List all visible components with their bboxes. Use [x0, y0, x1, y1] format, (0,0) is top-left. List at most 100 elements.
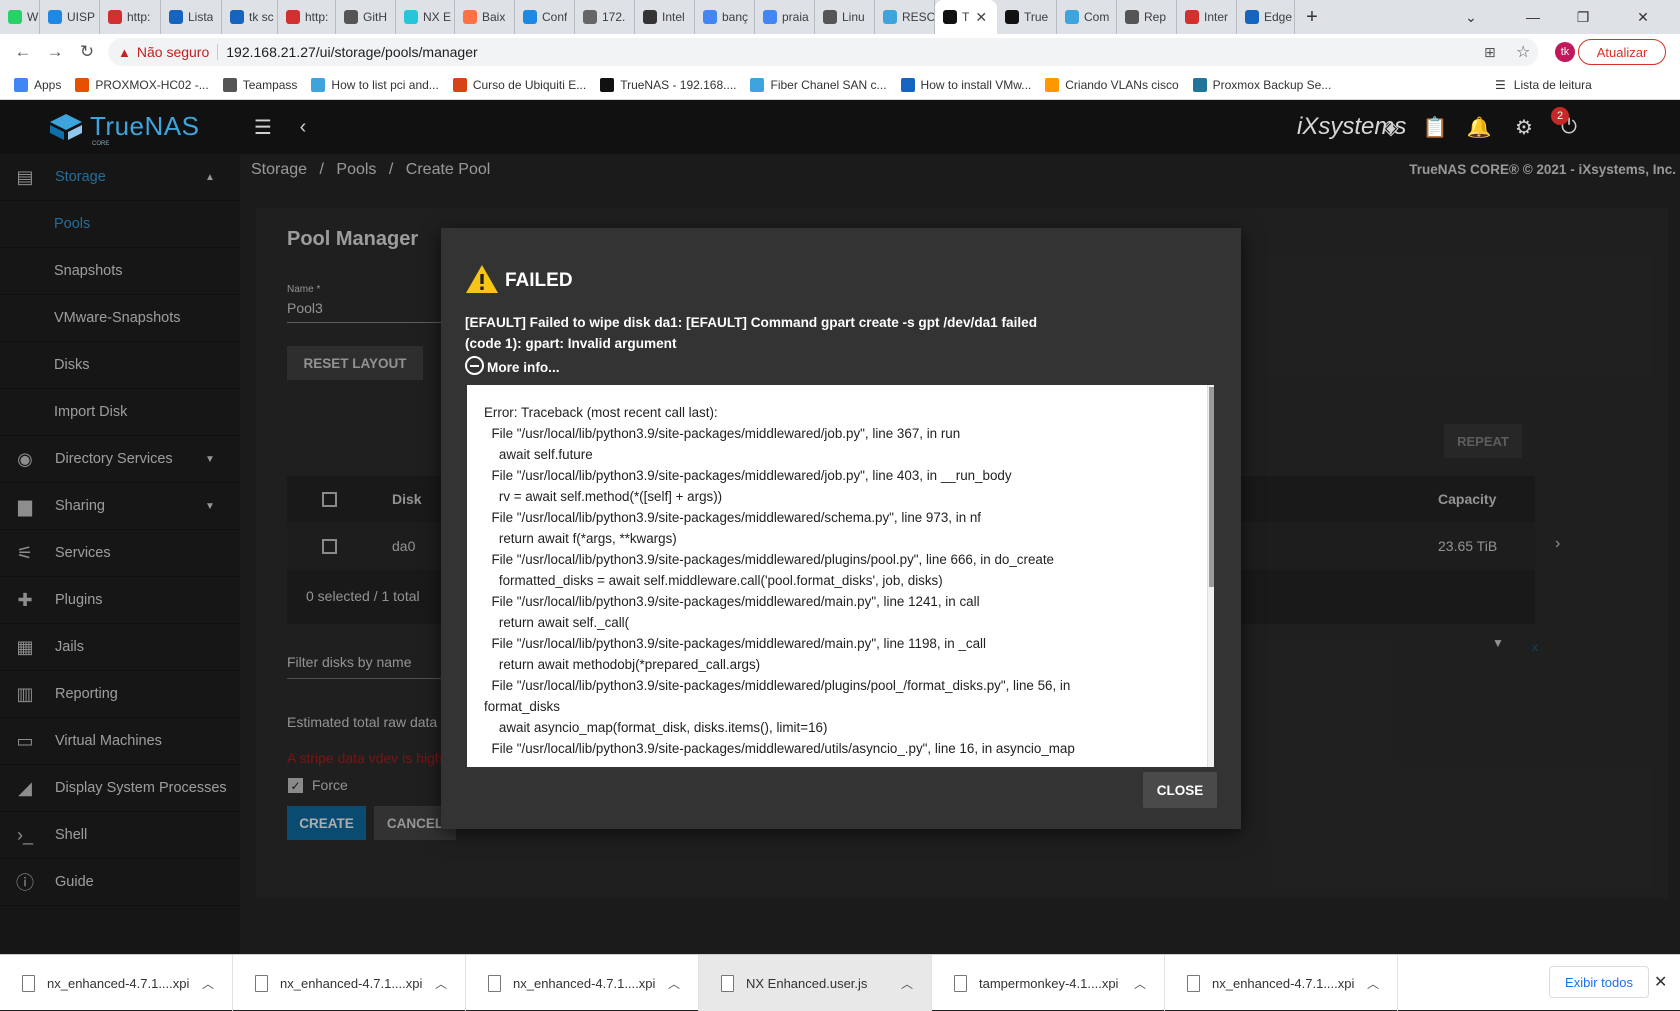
minimize-icon[interactable]: — [1510, 0, 1556, 34]
download-item[interactable]: nx_enhanced-4.7.1....xpi ︿ [1165, 955, 1398, 1011]
reading-list[interactable]: ☰ Lista de leitura [1495, 78, 1592, 92]
chevron-up-icon[interactable]: ︿ [1134, 975, 1146, 992]
error-dialog: FAILED [EFAULT] Failed to wipe disk da1:… [441, 228, 1241, 829]
browser-tab[interactable]: tk sc [222, 0, 278, 34]
show-all-downloads-button[interactable]: Exibir todos [1549, 966, 1649, 998]
window-close-icon[interactable]: ✕ [1620, 0, 1666, 34]
truecommand-icon[interactable]: ◈ [1378, 114, 1404, 140]
browser-tab[interactable]: banç [695, 0, 755, 34]
bookmark-item[interactable]: Teampass [222, 77, 297, 92]
browser-tab[interactable]: Inter [1177, 0, 1237, 34]
gear-icon[interactable]: ⚙ [1511, 114, 1537, 140]
bookmark-item[interactable]: Fiber Chanel SAN c... [750, 77, 887, 92]
omnibox-separator [217, 44, 219, 60]
chevron-up-icon[interactable]: ︿ [202, 975, 214, 992]
bookmark-item[interactable]: How to list pci and... [311, 77, 439, 92]
update-button[interactable]: Atualizar [1578, 39, 1666, 65]
browser-tab[interactable]: Wha [0, 0, 40, 34]
browser-tab[interactable]: http: [278, 0, 336, 34]
tab-title: Wha [27, 10, 39, 24]
translate-icon[interactable]: ⊞ [1484, 44, 1496, 61]
bookmark-star-icon[interactable]: ☆ [1516, 42, 1530, 62]
bookmark-label: TrueNAS - 192.168.... [620, 77, 737, 92]
tab-title: Conf [542, 10, 568, 24]
restore-icon[interactable]: ❐ [1560, 0, 1606, 34]
forward-icon[interactable]: → [42, 39, 68, 65]
traceback-scrollbar[interactable] [1207, 385, 1214, 767]
traceback-box[interactable]: Error: Traceback (most recent call last)… [467, 385, 1214, 767]
bookmark-item[interactable]: PROXMOX-HC02 -... [75, 77, 209, 92]
download-item[interactable]: tampermonkey-4.1....xpi ︿ [932, 955, 1165, 1011]
bookmark-favicon-icon [311, 77, 326, 92]
tab-title: Lista [188, 10, 214, 24]
menu-icon[interactable]: ☰ [250, 114, 276, 140]
browser-tab[interactable]: NX E [396, 0, 455, 34]
browser-tab[interactable]: UISP [40, 0, 100, 34]
chevron-up-icon[interactable]: ︿ [668, 975, 680, 992]
download-item[interactable]: nx_enhanced-4.7.1....xpi ︿ [466, 955, 699, 1011]
browser-tab[interactable]: Com [1057, 0, 1117, 34]
bookmark-label: Fiber Chanel SAN c... [770, 77, 887, 92]
tab-favicon-icon [108, 10, 122, 24]
tab-favicon-icon [8, 10, 22, 24]
reload-icon[interactable]: ↻ [74, 39, 100, 65]
browser-tab[interactable]: GitH [336, 0, 396, 34]
browser-tab[interactable]: Rep [1117, 0, 1177, 34]
new-tab-button[interactable]: + [1295, 0, 1329, 34]
tab-search-icon[interactable]: ⌄ [1448, 0, 1494, 34]
bookmark-item[interactable]: Criando VLANs cisco [1045, 77, 1179, 92]
profile-avatar[interactable]: tk [1555, 42, 1575, 62]
tab-title: http: [305, 10, 329, 24]
tab-title: http: [127, 10, 151, 24]
download-filename: nx_enhanced-4.7.1....xpi [280, 975, 423, 991]
collapse-icon[interactable]: ‹ [290, 114, 316, 140]
download-item[interactable]: NX Enhanced.user.js ︿ [699, 955, 932, 1011]
bookmark-item[interactable]: Apps [14, 77, 61, 92]
browser-tab[interactable]: http: [100, 0, 161, 34]
browser-tab[interactable]: Lista [161, 0, 222, 34]
clipboard-icon[interactable]: 📋 [1422, 114, 1448, 140]
chevron-up-icon[interactable]: ︿ [435, 975, 447, 992]
browser-tab[interactable]: 172. [575, 0, 635, 34]
back-icon[interactable]: ← [10, 39, 36, 65]
close-button[interactable]: CLOSE [1143, 772, 1217, 808]
bookmark-item[interactable]: How to install VMw... [900, 77, 1031, 92]
download-filename: nx_enhanced-4.7.1....xpi [47, 975, 190, 991]
address-bar[interactable]: ▲ Não seguro 192.168.21.27/ui/storage/po… [108, 38, 1538, 66]
tab-title: banç [722, 10, 749, 24]
tab-title: Rep [1144, 10, 1167, 24]
bookmark-item[interactable]: TrueNAS - 192.168.... [600, 77, 737, 92]
tab-title: RESC [902, 10, 934, 24]
browser-tab[interactable]: T ✕ [935, 0, 997, 34]
tab-title: praia [782, 10, 809, 24]
chevron-up-icon[interactable]: ︿ [1367, 975, 1379, 992]
warning-icon: ▲ [118, 44, 131, 60]
tab-favicon-icon [1125, 10, 1139, 24]
truenas-logo[interactable]: TrueNAS CORE [48, 111, 199, 147]
tab-title: tk sc [249, 10, 274, 24]
download-shelf-close-icon[interactable]: ✕ [1654, 972, 1667, 992]
browser-tab[interactable]: Intel [635, 0, 695, 34]
download-item[interactable]: nx_enhanced-4.7.1....xpi ︿ [233, 955, 466, 1011]
bell-icon[interactable]: 🔔 [1466, 114, 1492, 140]
dialog-title: FAILED [505, 270, 573, 291]
browser-tab[interactable]: Linu [815, 0, 875, 34]
browser-tab[interactable]: Conf [515, 0, 575, 34]
more-info-toggle[interactable]: More info... [465, 356, 560, 375]
reading-list-icon: ☰ [1495, 77, 1506, 92]
chevron-up-icon[interactable]: ︿ [901, 975, 913, 992]
tab-title: GitH [363, 10, 387, 24]
bookmark-item[interactable]: Proxmox Backup Se... [1192, 77, 1331, 92]
tab-title: Linu [842, 10, 865, 24]
browser-tab[interactable]: Edge [1237, 0, 1295, 34]
bookmark-item[interactable]: Curso de Ubiquiti E... [452, 77, 586, 92]
browser-toolbar: ← → ↻ ▲ Não seguro 192.168.21.27/ui/stor… [0, 34, 1680, 70]
browser-tab[interactable]: praia [755, 0, 815, 34]
browser-tab[interactable]: Baix [455, 0, 515, 34]
download-item[interactable]: nx_enhanced-4.7.1....xpi ︿ [0, 955, 233, 1011]
tab-favicon-icon [286, 10, 300, 24]
browser-tab[interactable]: True [997, 0, 1057, 34]
browser-tab[interactable]: RESC [875, 0, 935, 34]
scrollbar-thumb[interactable] [1209, 387, 1214, 587]
tab-close-icon[interactable]: ✕ [975, 9, 987, 26]
